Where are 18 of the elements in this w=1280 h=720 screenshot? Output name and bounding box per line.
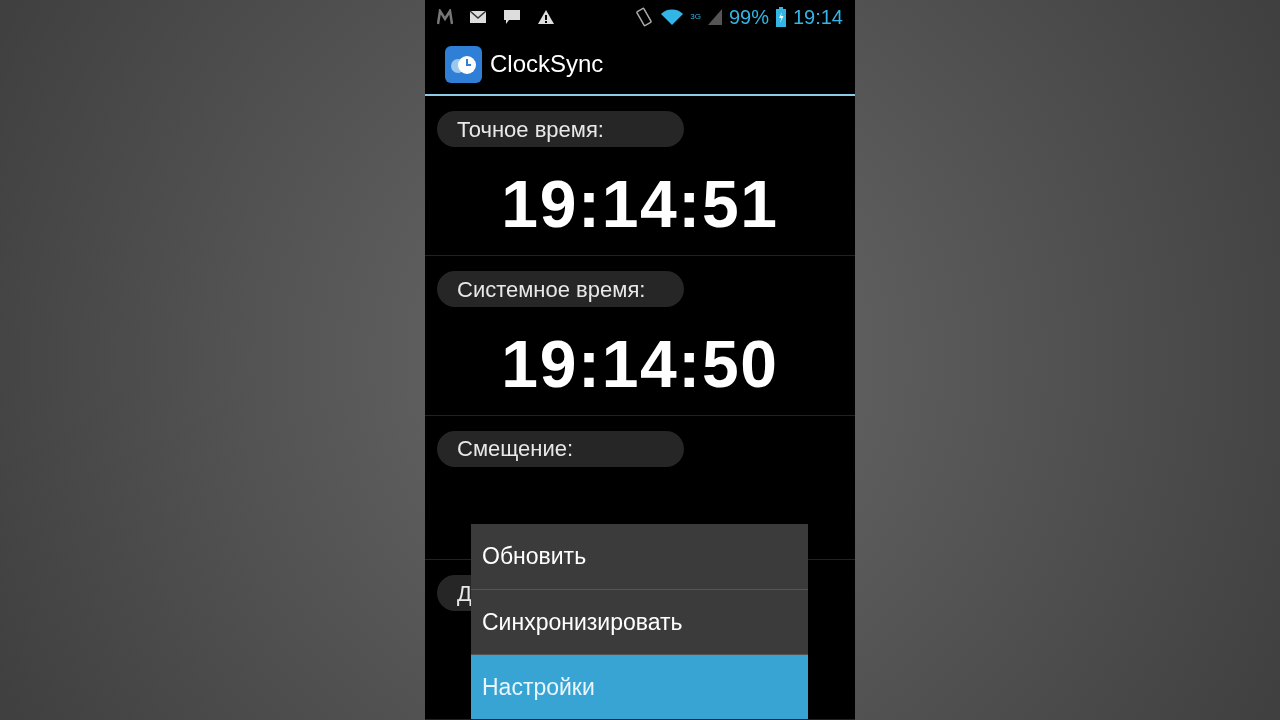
battery-icon — [774, 7, 787, 27]
notification-icon — [437, 9, 453, 25]
time-value: 19:14:50 — [501, 326, 779, 404]
clock: 19:14 — [792, 5, 843, 30]
time-value: 19:14:51 — [501, 166, 779, 244]
wifi-icon — [660, 8, 685, 26]
vibrate-icon — [634, 6, 655, 28]
section-label: Смещение: — [437, 430, 684, 467]
battery-percent: 99% — [728, 5, 769, 30]
section-label: Системное время: — [437, 271, 684, 308]
section-label: Точное время: — [437, 111, 684, 148]
signal-icon — [706, 8, 723, 26]
app-title: ClockSync — [490, 49, 604, 80]
clock-app-icon — [445, 45, 482, 83]
mail-icon — [469, 10, 487, 24]
warning-icon — [537, 9, 555, 25]
network-type: 3G — [690, 11, 701, 23]
chat-icon — [503, 9, 521, 25]
